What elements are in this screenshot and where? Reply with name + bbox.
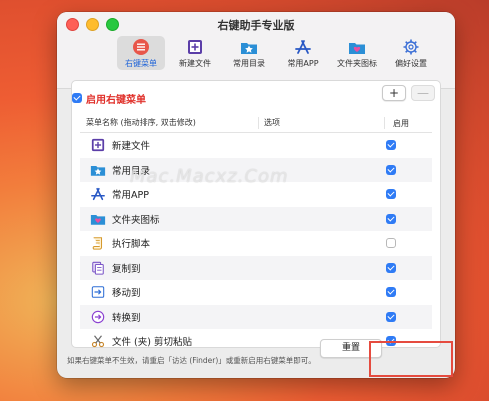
tab-label: 常用目录 — [233, 59, 265, 68]
new-file-icon — [90, 137, 106, 153]
row-label: 转换到 — [112, 312, 141, 324]
add-item-button[interactable]: + — [382, 85, 406, 101]
tab-label: 文件夹图标 — [337, 59, 377, 68]
menu-list-icon — [131, 38, 151, 56]
folder-heart-icon — [90, 211, 106, 227]
column-header-name[interactable]: 菜单名称 (拖动排序, 双击修改) — [80, 117, 259, 129]
tab-label: 常用APP — [287, 59, 319, 68]
footer-note: 如果右键菜单不生效，请重启「访达 (Finder)」或重新启用右键菜单即可。 — [67, 356, 316, 365]
move-icon — [90, 284, 106, 300]
tab-favorite-folders[interactable]: 常用目录 — [225, 36, 273, 70]
folder-heart-icon — [347, 38, 367, 56]
row-enabled-checkbox[interactable] — [386, 287, 396, 298]
tab-label: 新建文件 — [179, 59, 211, 68]
row-label: 新建文件 — [112, 141, 151, 153]
context-menu-panel: 启用右键菜单 + — 菜单名称 (拖动排序, 双击修改) 选项 启用 新建文件 — [71, 80, 441, 348]
row-label: 复制到 — [112, 263, 141, 275]
row-enabled-checkbox[interactable] — [386, 262, 396, 273]
table-row[interactable]: 新建文件 — [80, 133, 432, 158]
app-store-icon — [293, 38, 313, 56]
app-window: 右键助手专业版 右键菜单 新建文件 常用目录 常用APP 文件夹图标 偏好设置 … — [57, 12, 455, 378]
tab-label: 偏好设置 — [395, 59, 427, 68]
window-title: 右键助手专业版 — [217, 19, 295, 32]
tab-preferences[interactable]: 偏好设置 — [387, 36, 435, 70]
copy-icon — [90, 260, 106, 276]
tab-folder-icons[interactable]: 文件夹图标 — [333, 36, 381, 70]
enable-context-menu-label[interactable]: 启用右键菜单 — [86, 91, 146, 106]
row-label: 移动到 — [112, 288, 141, 300]
row-enabled-checkbox[interactable] — [386, 140, 396, 151]
row-label: 文件夹图标 — [112, 214, 160, 226]
table-row[interactable]: 复制到 — [80, 255, 432, 280]
row-enabled-checkbox[interactable] — [386, 164, 396, 175]
column-header-options[interactable]: 选项 — [259, 117, 385, 129]
remove-item-button[interactable]: — — [411, 85, 435, 101]
row-enabled-checkbox[interactable] — [386, 238, 396, 249]
row-label: 常用APP — [112, 190, 149, 202]
table-header: 菜单名称 (拖动排序, 双击修改) 选项 启用 — [80, 114, 432, 133]
column-header-enabled[interactable]: 启用 — [385, 118, 417, 129]
toolbar: 右键菜单 新建文件 常用目录 常用APP 文件夹图标 偏好设置 — [117, 36, 435, 70]
enable-context-menu-checkbox[interactable] — [72, 93, 82, 103]
tab-favorite-apps[interactable]: 常用APP — [279, 36, 327, 70]
row-label: 执行脚本 — [112, 239, 151, 251]
table-row[interactable]: 转换到 — [80, 304, 432, 329]
convert-icon — [90, 309, 106, 325]
row-enabled-checkbox[interactable] — [386, 311, 396, 322]
star-folder-icon — [239, 38, 259, 56]
table-row[interactable]: 文件夹图标 — [80, 206, 432, 231]
tab-new-file[interactable]: 新建文件 — [171, 36, 219, 70]
app-store-icon — [90, 186, 106, 202]
row-enabled-checkbox[interactable] — [386, 189, 396, 200]
table-row[interactable]: 移动到 — [80, 280, 432, 305]
highlight-box — [369, 341, 453, 377]
tab-context-menu[interactable]: 右键菜单 — [117, 36, 165, 70]
new-file-icon — [185, 38, 205, 56]
menu-items-table: 菜单名称 (拖动排序, 双击修改) 选项 启用 新建文件 常用目录 常用APP … — [80, 114, 432, 354]
star-folder-icon — [90, 162, 106, 178]
table-row[interactable]: 执行脚本 — [80, 231, 432, 256]
tab-label: 右键菜单 — [125, 59, 157, 68]
title-bar: 右键助手专业版 右键菜单 新建文件 常用目录 常用APP 文件夹图标 偏好设置 — [57, 12, 455, 89]
row-enabled-checkbox[interactable] — [386, 213, 396, 224]
gear-icon — [401, 38, 421, 56]
scissors-icon — [90, 333, 106, 349]
script-icon — [90, 235, 106, 251]
watermark: Mac.Macxz.Com — [130, 166, 289, 187]
